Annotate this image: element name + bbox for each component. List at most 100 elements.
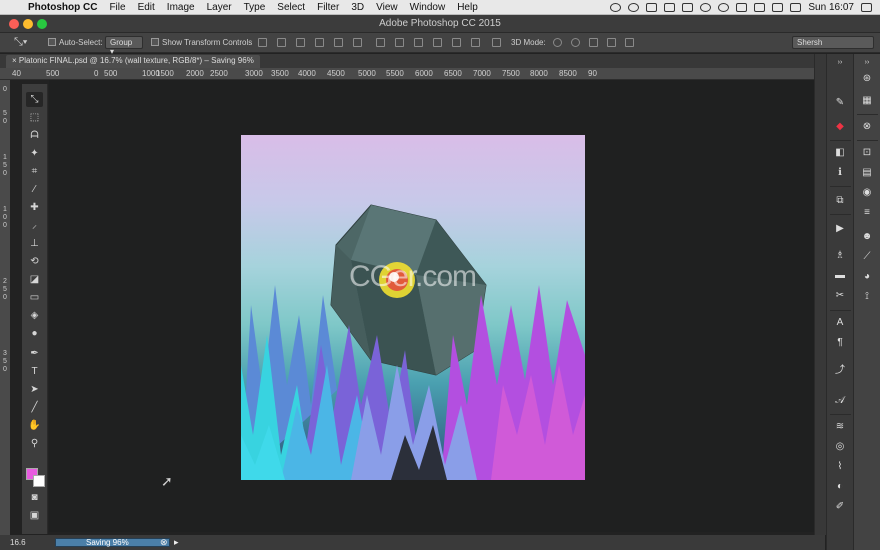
creative-cloud-panel-icon[interactable]: ⊗	[859, 120, 875, 134]
clone-source-icon[interactable]: ✂	[832, 289, 848, 303]
histogram-panel-icon[interactable]: ◐	[832, 480, 848, 494]
menu-select[interactable]: Select	[271, 2, 311, 13]
close-tab-icon[interactable]: ×	[12, 56, 17, 65]
search-icon[interactable]	[718, 2, 730, 12]
menu-list-icon[interactable]	[861, 2, 872, 12]
horizontal-ruler[interactable]: 40 500 0 500 1000 1500 2000 2500 3000 35…	[0, 68, 825, 80]
3d-drag-icon[interactable]	[589, 38, 598, 47]
align-vertical-center-icon[interactable]	[277, 38, 286, 47]
character-panel-icon[interactable]: A	[832, 316, 848, 330]
document-tab[interactable]: × Platonic FINAL.psd @ 16.7% (wall textu…	[6, 55, 260, 68]
magic-wand-tool-icon[interactable]: ✦	[26, 146, 43, 161]
dropbox-icon[interactable]	[664, 2, 676, 12]
clock[interactable]: Sun 16:07	[808, 2, 854, 13]
quick-mask-icon[interactable]: ◙	[26, 490, 43, 505]
pen-tool-icon[interactable]: ✒	[26, 346, 43, 361]
align-horizontal-center-icon[interactable]	[334, 38, 343, 47]
menu-view[interactable]: View	[370, 2, 404, 13]
color-sampler-icon[interactable]: ◕	[859, 270, 875, 284]
clone-stamp-tool-icon[interactable]: ⊥	[26, 236, 43, 251]
color-panel-icon[interactable]: ◆	[832, 120, 848, 134]
time-machine-icon[interactable]	[700, 2, 712, 12]
collapse-dock-icon-2[interactable]: ››	[859, 56, 875, 70]
3d-rotate-icon[interactable]	[553, 38, 562, 47]
type-tool-icon[interactable]: T	[26, 364, 43, 379]
creative-cloud-icon[interactable]	[610, 2, 622, 12]
zoom-tool-icon[interactable]: ⚲	[26, 436, 43, 451]
measurement-log-icon[interactable]: ⟋	[859, 250, 875, 264]
camera-panel-icon[interactable]: ◉	[859, 186, 875, 200]
auto-select-dropdown[interactable]: Group ▾	[105, 36, 143, 56]
panel-collapse-strip[interactable]	[814, 54, 826, 535]
menu-file[interactable]: File	[103, 2, 131, 13]
cancel-save-icon[interactable]: ⊗	[160, 537, 168, 548]
brush-tool-icon[interactable]: ⸝	[26, 218, 43, 233]
align-top-icon[interactable]	[258, 38, 267, 47]
lasso-tool-icon[interactable]: ᗩ	[26, 128, 43, 143]
swatches-panel-icon[interactable]: ▦	[859, 94, 875, 108]
3d-slide-icon[interactable]	[607, 38, 616, 47]
align-bottom-icon[interactable]	[296, 38, 305, 47]
marquee-tool-icon[interactable]: ⬚	[26, 110, 43, 125]
screen-mode-icon[interactable]: ▣	[26, 508, 43, 523]
timeline-panel-icon[interactable]: ⊡	[859, 146, 875, 160]
paragraph-panel-icon[interactable]: ¶	[832, 336, 848, 350]
collapse-dock-icon[interactable]: ››	[832, 56, 848, 70]
notes-panel-icon[interactable]: ✐	[832, 500, 848, 514]
properties-panel-icon[interactable]: ▤	[859, 166, 875, 180]
tool-presets-icon[interactable]: ♗	[832, 249, 848, 263]
eraser-tool-icon[interactable]: ◪	[26, 272, 43, 287]
layers-panel-icon[interactable]: ≋	[832, 420, 848, 434]
distribute-bottom-icon[interactable]	[414, 38, 423, 47]
paths-alt-icon[interactable]: ⌇	[832, 460, 848, 474]
align-right-icon[interactable]	[353, 38, 362, 47]
paths-panel-icon[interactable]: ⤴	[832, 364, 848, 378]
document-canvas[interactable]: CGer.com	[241, 135, 585, 480]
sync-icon[interactable]	[628, 2, 640, 12]
menu-3d[interactable]: 3D	[345, 2, 370, 13]
bluetooth-icon[interactable]	[682, 2, 694, 12]
menu-window[interactable]: Window	[404, 2, 452, 13]
crop-tool-icon[interactable]: ⌗	[26, 164, 43, 179]
wifi-icon[interactable]	[736, 2, 748, 12]
line-tool-icon[interactable]: ╱	[26, 400, 43, 415]
actions-panel-icon[interactable]: ▶	[832, 222, 848, 236]
background-color-swatch[interactable]	[33, 475, 45, 487]
3d-roll-icon[interactable]	[571, 38, 580, 47]
distribute-top-icon[interactable]	[376, 38, 385, 47]
workspace-dropdown[interactable]: Shersh	[792, 36, 874, 49]
distribute-hcenter-icon[interactable]	[452, 38, 461, 47]
camera-icon[interactable]	[646, 2, 658, 12]
menu-app[interactable]: Photoshop CC	[22, 2, 103, 13]
3d-scale-icon[interactable]	[625, 38, 634, 47]
blur-tool-icon[interactable]: ◈	[26, 308, 43, 323]
vertical-ruler[interactable]: 0 5 0 1 5 0 1 0 0 2 5 0 3 5 0	[0, 80, 10, 535]
menu-edit[interactable]: Edit	[132, 2, 161, 13]
move-tool-preset-icon[interactable]: ⤡▾	[14, 36, 27, 49]
move-tool-icon[interactable]: ⤡	[26, 92, 43, 107]
menu-layer[interactable]: Layer	[201, 2, 238, 13]
healing-brush-tool-icon[interactable]: ✚	[26, 200, 43, 215]
path-selection-tool-icon[interactable]: ➤	[26, 382, 43, 397]
align-left-icon[interactable]	[315, 38, 324, 47]
3d-panel-icon[interactable]: ☻	[859, 230, 875, 244]
info-panel-icon[interactable]: ℹ	[832, 166, 848, 180]
gradient-tool-icon[interactable]: ▭	[26, 290, 43, 305]
menu-image[interactable]: Image	[161, 2, 201, 13]
distribute-left-icon[interactable]	[433, 38, 442, 47]
brushes-panel-icon[interactable]: ▬	[832, 269, 848, 283]
menu-filter[interactable]: Filter	[311, 2, 345, 13]
eyedropper-tool-icon[interactable]: ⁄	[26, 182, 43, 197]
libraries-panel-icon[interactable]: ⧉	[832, 194, 848, 208]
dodge-tool-icon[interactable]: ●	[26, 326, 43, 341]
glyphs-panel-icon[interactable]: 𝒜	[832, 394, 848, 408]
auto-align-icon[interactable]	[492, 38, 501, 47]
battery-icon[interactable]	[754, 2, 766, 12]
brush-presets-icon[interactable]: ✎	[832, 96, 848, 110]
history-brush-tool-icon[interactable]: ⟲	[26, 254, 43, 269]
pin-panel-icon[interactable]: ⟟	[859, 290, 875, 304]
adjustments-panel-icon[interactable]: ◧	[832, 146, 848, 160]
distribute-right-icon[interactable]	[471, 38, 480, 47]
distribute-vcenter-icon[interactable]	[395, 38, 404, 47]
hand-tool-icon[interactable]: ✋	[26, 418, 43, 433]
